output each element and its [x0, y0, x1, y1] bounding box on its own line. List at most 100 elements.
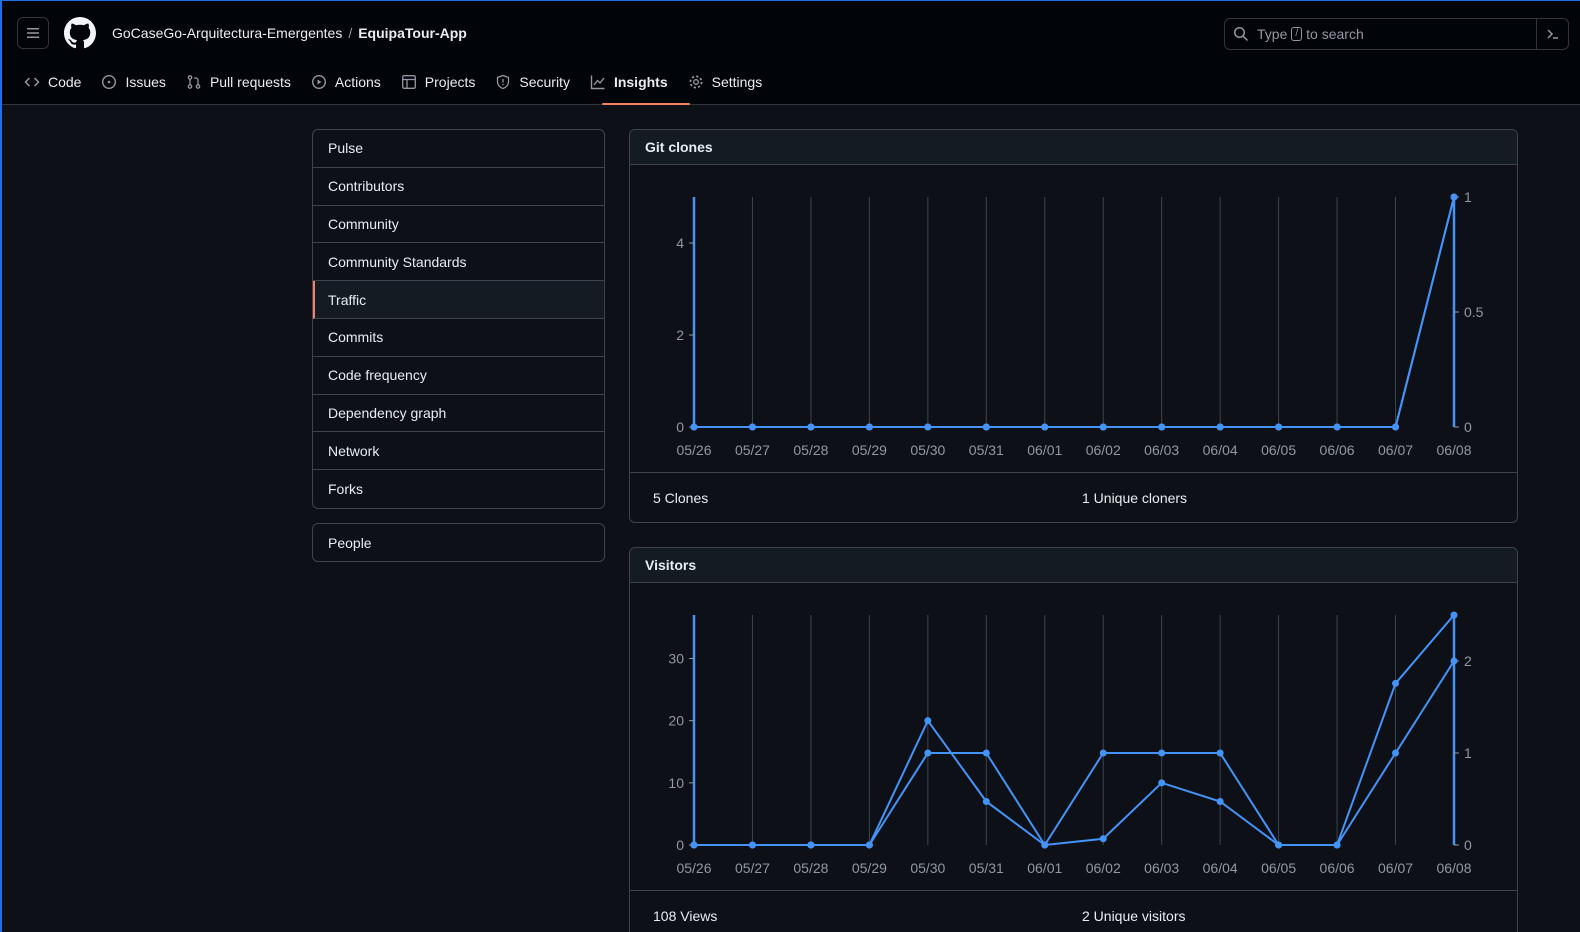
tab-label: Code	[48, 74, 82, 90]
repo-link[interactable]: EquipaTour-App	[358, 25, 467, 41]
active-tab-indicator	[602, 103, 690, 105]
x-tick-label: 06/05	[1261, 860, 1296, 876]
visitors-summary: 108 Views 2 Unique visitors	[630, 890, 1517, 932]
x-tick-label: 05/26	[676, 442, 711, 458]
owner-link[interactable]: GoCaseGo-Arquitectura-Emergentes	[112, 25, 342, 41]
data-point	[1275, 841, 1283, 849]
issue-opened-icon	[102, 74, 117, 90]
right-tick-label: 0.5	[1464, 304, 1484, 320]
tab-label: Insights	[613, 74, 668, 90]
sidebar-item-commits[interactable]: Commits	[313, 319, 604, 357]
x-tick-label: 05/28	[793, 442, 828, 458]
github-logo-icon[interactable]	[64, 17, 96, 49]
data-point	[690, 423, 698, 431]
right-tick-label: 1	[1464, 745, 1472, 761]
tab-projects[interactable]: Projects	[395, 65, 488, 99]
git-clones-panel: Git clones 0 2 4 0 0.5 1 05/26 05/27 05/28 05/29 0…	[629, 129, 1518, 523]
right-tick-label: 2	[1464, 653, 1472, 669]
data-point	[1333, 841, 1341, 849]
data-point	[1158, 749, 1166, 757]
sidebar-item-network[interactable]: Network	[313, 432, 604, 471]
breadcrumb-separator: /	[348, 25, 353, 41]
graph-icon	[590, 75, 605, 90]
gear-icon	[689, 75, 703, 89]
hamburger-menu-button[interactable]	[17, 17, 49, 49]
data-point	[1099, 835, 1107, 843]
data-point	[1450, 611, 1458, 619]
visitors-panel: Visitors 0 10 20 30 0 1 2 05/26 05/27 05/28 05/29 0…	[629, 547, 1518, 932]
data-point	[865, 423, 873, 431]
left-tick-label: 10	[668, 775, 684, 791]
data-point	[748, 423, 756, 431]
visitors-chart: 0 10 20 30 0 1 2 05/26 05/27 05/28 05/29 05/30 05/31…	[668, 611, 1472, 876]
tab-label: Settings	[711, 74, 763, 90]
x-tick-label: 06/07	[1378, 860, 1413, 876]
shield-icon	[497, 74, 510, 90]
play-icon	[311, 74, 326, 90]
x-tick-label: 06/06	[1320, 860, 1355, 876]
tab-settings[interactable]: Settings	[682, 65, 775, 99]
x-tick-label: 06/08	[1436, 442, 1471, 458]
x-tick-label: 05/26	[676, 860, 711, 876]
x-tick-label: 06/04	[1203, 860, 1238, 876]
data-point	[1158, 423, 1166, 431]
right-tick-label: 0	[1464, 837, 1472, 853]
data-point	[1392, 679, 1400, 687]
hamburger-icon	[27, 28, 39, 38]
search-placeholder-suffix: to search	[1306, 26, 1364, 42]
tab-actions[interactable]: Actions	[305, 65, 393, 99]
visitors-title: Visitors	[630, 548, 1517, 583]
code-icon	[24, 77, 40, 87]
sidebar-item-pulse[interactable]: Pulse	[313, 130, 604, 168]
x-tick-label: 05/28	[793, 860, 828, 876]
tab-label: Pull requests	[209, 74, 291, 90]
search-icon	[1233, 26, 1249, 42]
data-point	[982, 423, 990, 431]
tab-security[interactable]: Security	[489, 65, 582, 99]
x-tick-label: 05/30	[910, 442, 945, 458]
data-point	[865, 841, 873, 849]
sidebar-item-traffic[interactable]: Traffic	[313, 281, 604, 319]
series-line-2	[694, 660, 1455, 847]
sidebar-item-code-frequency[interactable]: Code frequency	[313, 357, 604, 395]
search-input[interactable]: Type / to search	[1224, 18, 1569, 50]
data-point	[807, 423, 815, 431]
x-tick-label: 06/08	[1436, 860, 1471, 876]
tab-label: Actions	[334, 74, 381, 90]
data-point	[1392, 423, 1400, 431]
sidebar-item-forks[interactable]: Forks	[313, 470, 604, 508]
data-point	[1041, 841, 1049, 849]
data-point	[748, 841, 756, 849]
sidebar-item-people[interactable]: People	[312, 523, 605, 562]
tab-code[interactable]: Code	[18, 65, 93, 99]
series-line-2	[694, 196, 1455, 428]
x-tick-label: 05/29	[852, 442, 887, 458]
insights-sidebar-menu: Pulse Contributors Community Community S…	[312, 129, 605, 509]
tab-pull-requests[interactable]: Pull requests	[180, 65, 303, 99]
data-point	[924, 717, 932, 725]
data-point	[982, 749, 990, 757]
sidebar-item-community[interactable]: Community	[313, 206, 604, 244]
views-total: 108 Views	[653, 908, 718, 924]
sidebar-item-dependency-graph[interactable]: Dependency graph	[313, 395, 604, 433]
sidebar-item-community-standards[interactable]: Community Standards	[313, 243, 604, 282]
right-tick-label: 0	[1464, 419, 1472, 435]
clones-unique: 1 Unique cloners	[1082, 490, 1188, 506]
sidebar-item-contributors[interactable]: Contributors	[313, 168, 604, 206]
x-tick-label: 06/02	[1086, 860, 1121, 876]
x-tick-label: 06/01	[1027, 442, 1062, 458]
data-point	[1158, 779, 1166, 787]
search-placeholder-prefix: Type	[1257, 26, 1288, 42]
data-point	[1392, 749, 1400, 757]
tab-label: Projects	[424, 74, 476, 90]
x-tick-label: 06/06	[1320, 442, 1355, 458]
command-palette-button[interactable]	[1536, 19, 1568, 49]
git-pull-request-icon	[187, 75, 201, 89]
git-clones-chart: 0 2 4 0 0.5 1 05/26 05/27 05/28 05/29 05/30 05/31 06…	[676, 189, 1484, 458]
tab-issues[interactable]: Issues	[95, 65, 177, 99]
data-point	[1450, 193, 1458, 201]
data-point	[1216, 797, 1224, 805]
x-tick-label: 05/27	[735, 442, 770, 458]
tab-insights[interactable]: Insights	[584, 65, 680, 99]
repo-tabs: Code Issues Pull requests Actions Projec…	[18, 65, 776, 105]
